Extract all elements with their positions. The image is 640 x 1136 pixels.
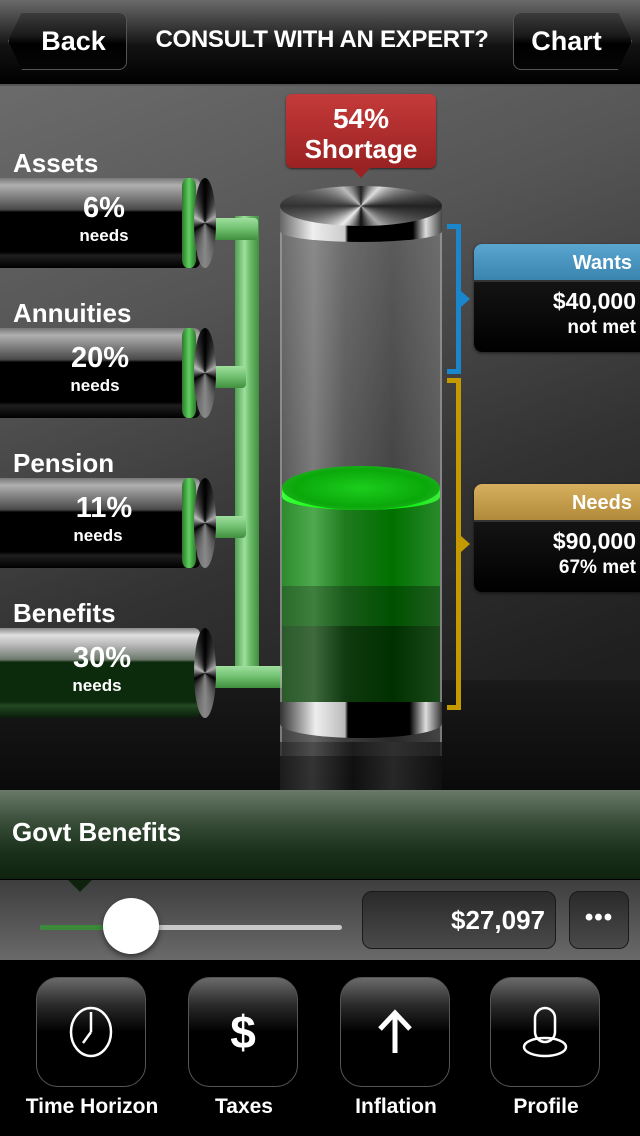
- detail-pointer: [68, 880, 92, 892]
- toolbar-inflation[interactable]: Inflation: [320, 977, 472, 1127]
- tool-label: Time Horizon: [25, 1095, 159, 1118]
- chart-button[interactable]: Chart: [513, 12, 632, 70]
- taxes-button[interactable]: $: [188, 977, 298, 1087]
- tool-label: Profile: [513, 1095, 579, 1118]
- source-sub: needs: [70, 376, 120, 395]
- source-sub: needs: [79, 226, 129, 245]
- detail-header: Govt Benefits: [0, 790, 640, 880]
- more-options-button[interactable]: •••: [569, 891, 629, 949]
- retirement-visualization: Assets 6% needs Annuities 20% needs Pens…: [0, 86, 640, 790]
- toolbar-taxes[interactable]: $ Taxes: [168, 977, 320, 1127]
- toolbar-profile[interactable]: Profile: [470, 977, 622, 1127]
- source-percent: 30%: [72, 642, 132, 674]
- wants-amount: $40,000: [552, 288, 636, 314]
- source-annuities[interactable]: Annuities 20% needs: [0, 298, 280, 448]
- wants-card[interactable]: Wants $40,000 not met: [474, 244, 640, 352]
- cylinder-base: [280, 702, 442, 738]
- slider-panel: $27,097 •••: [0, 880, 640, 960]
- navigation-bar: Back CONSULT WITH AN EXPERT? Chart: [0, 0, 640, 86]
- dollar-icon: $: [230, 1006, 256, 1058]
- detail-title: Govt Benefits: [12, 817, 182, 847]
- wants-bracket: [447, 224, 470, 374]
- time-horizon-button[interactable]: [36, 977, 146, 1087]
- person-icon: [522, 1006, 568, 1058]
- source-percent: 6%: [83, 192, 125, 224]
- benefit-amount-field[interactable]: $27,097: [362, 891, 556, 949]
- cylinder-lid: [280, 186, 442, 226]
- arrow-up-icon: [378, 1009, 412, 1053]
- source-benefits[interactable]: Benefits 30% needs: [0, 598, 280, 748]
- shortage-label: Shortage: [304, 134, 418, 164]
- needs-amount: $90,000: [552, 528, 636, 554]
- liquid-surface: [282, 466, 440, 510]
- bottom-toolbar: Time Horizon $ Taxes Inflation Profile: [0, 960, 640, 1136]
- wants-status: not met: [567, 317, 636, 338]
- source-assets[interactable]: Assets 6% needs: [0, 148, 280, 298]
- source-percent: 11%: [75, 492, 133, 524]
- shortage-badge: 54% Shortage: [286, 94, 436, 178]
- source-percent: 20%: [70, 342, 130, 374]
- source-label: Assets: [13, 148, 99, 178]
- inflation-button[interactable]: [340, 977, 450, 1087]
- source-label: Annuities: [13, 298, 132, 328]
- toolbar-time-horizon[interactable]: Time Horizon: [16, 977, 168, 1127]
- needs-bracket: [447, 378, 470, 710]
- needs-card[interactable]: Needs $90,000 67% met: [474, 484, 640, 592]
- source-pension[interactable]: Pension 11% needs: [0, 448, 280, 598]
- tool-label: Inflation: [355, 1095, 437, 1118]
- needs-status: 67% met: [558, 557, 636, 578]
- wants-title: Wants: [474, 244, 640, 282]
- source-label: Pension: [13, 448, 115, 478]
- clock-icon: [69, 1006, 113, 1058]
- page-title[interactable]: CONSULT WITH AN EXPERT?: [136, 26, 508, 54]
- source-sub: needs: [73, 526, 123, 545]
- source-sub: needs: [72, 676, 122, 695]
- needs-title: Needs: [474, 484, 640, 522]
- savings-cylinder: [280, 186, 442, 790]
- source-label: Benefits: [13, 598, 116, 628]
- slider-thumb[interactable]: [102, 898, 159, 954]
- profile-button[interactable]: [490, 977, 600, 1087]
- tool-label: Taxes: [215, 1095, 273, 1118]
- cylinder-reflection: [280, 742, 442, 790]
- back-button[interactable]: Back: [8, 12, 127, 70]
- shortage-percent: 54%: [332, 103, 390, 134]
